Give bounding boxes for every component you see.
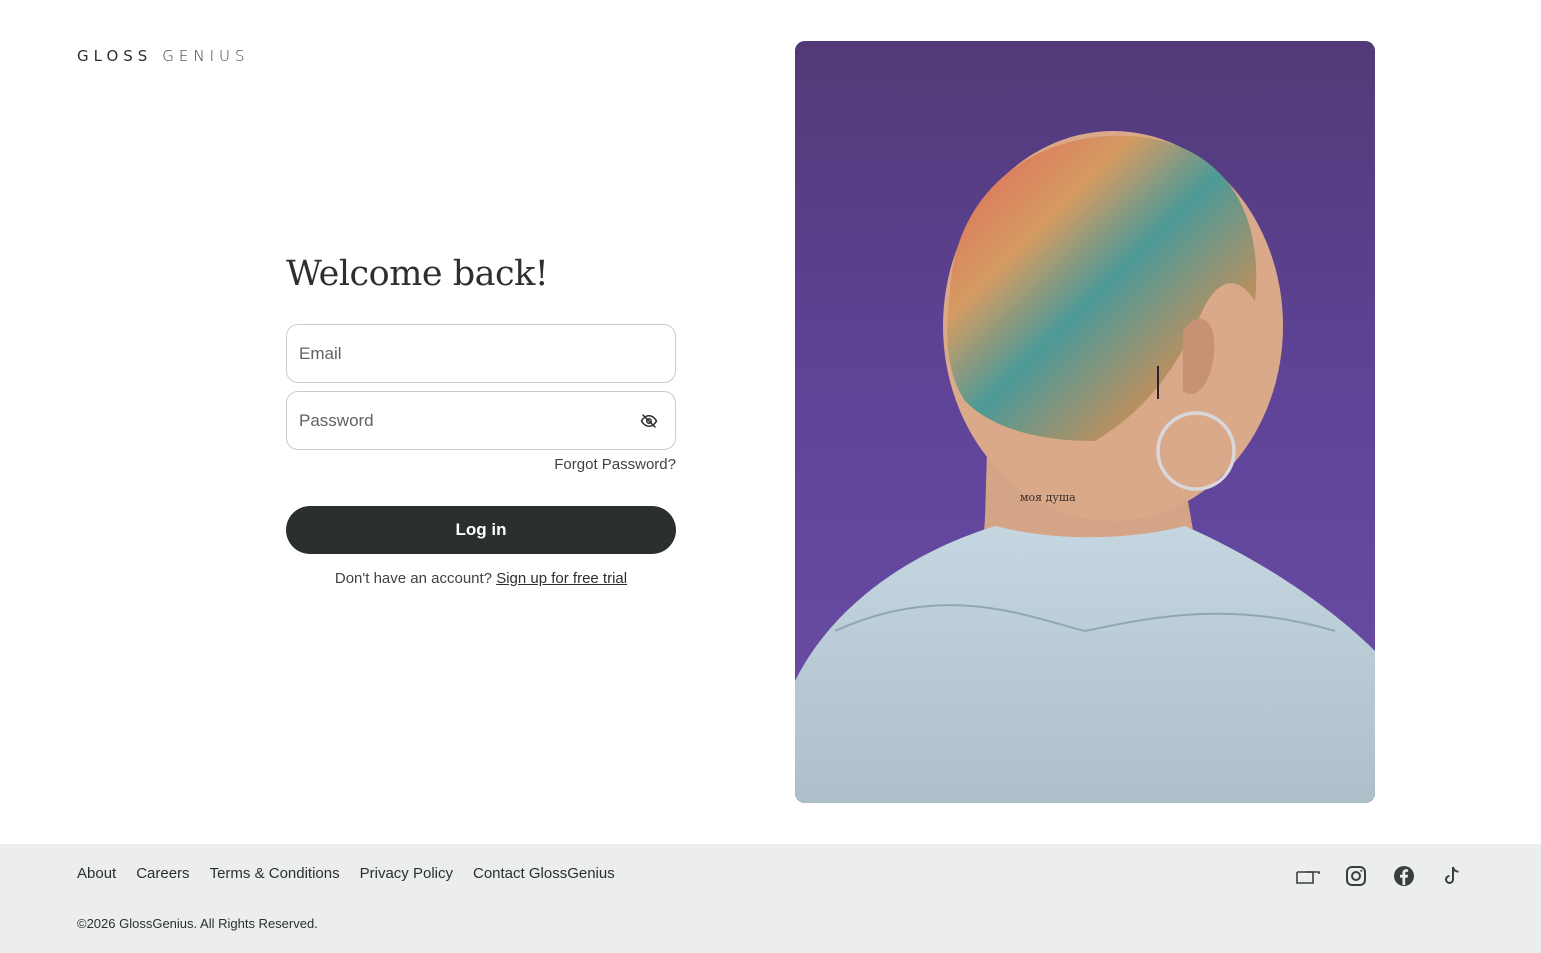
signup-prompt: Don't have an account? — [334, 570, 493, 587]
page-title: Welcome back! — [286, 254, 549, 294]
eye-off-icon[interactable] — [640, 412, 658, 430]
social-links — [1296, 864, 1464, 888]
site-footer: About Careers Terms & Conditions Privacy… — [0, 844, 1541, 953]
instagram-icon[interactable] — [1344, 864, 1368, 888]
neck-tattoo: моя душа — [1020, 491, 1076, 504]
copyright-text: ©2026 GlossGenius. All Rights Reserved. — [77, 916, 318, 931]
login-form: Welcome back! Forgot Password? Log in Do… — [286, 250, 676, 587]
footer-link-privacy[interactable]: Privacy Policy — [360, 865, 453, 882]
password-field-wrapper — [286, 391, 676, 450]
login-button[interactable]: Log in — [286, 506, 676, 554]
email-field[interactable] — [287, 325, 675, 382]
forgot-password-link[interactable]: Forgot Password? — [554, 456, 676, 473]
hero-photo: моя душа — [795, 41, 1375, 803]
media-icon[interactable] — [1296, 864, 1320, 888]
email-field-wrapper — [286, 324, 676, 383]
brand-word-gloss: GLOSS — [77, 47, 153, 65]
brand-word-genius: GENIUS — [162, 47, 250, 65]
facebook-icon[interactable] — [1392, 864, 1416, 888]
footer-link-terms[interactable]: Terms & Conditions — [210, 865, 340, 882]
password-field[interactable] — [287, 392, 675, 449]
footer-links: About Careers Terms & Conditions Privacy… — [77, 865, 615, 882]
footer-link-careers[interactable]: Careers — [136, 865, 189, 882]
signup-link[interactable]: Sign up for free trial — [496, 570, 627, 587]
tiktok-icon[interactable] — [1440, 864, 1464, 888]
signup-row: Don't have an account? Sign up for free … — [286, 570, 676, 587]
footer-link-contact[interactable]: Contact GlossGenius — [473, 865, 615, 882]
brand-logo[interactable]: GLOSS GENIUS — [77, 47, 250, 65]
footer-link-about[interactable]: About — [77, 865, 116, 882]
